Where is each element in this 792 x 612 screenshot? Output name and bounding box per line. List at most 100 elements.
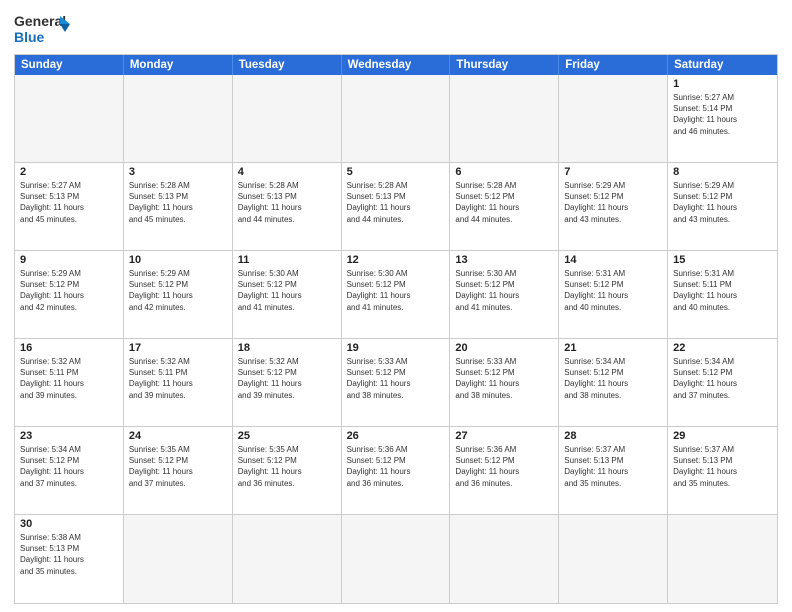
day-number: 23 [20, 430, 118, 442]
day-info: Sunrise: 5:35 AM Sunset: 5:12 PM Dayligh… [129, 444, 227, 489]
day-number: 6 [455, 166, 553, 178]
day-info: Sunrise: 5:30 AM Sunset: 5:12 PM Dayligh… [347, 268, 445, 313]
calendar-cell [15, 75, 124, 163]
weekday-header: Sunday [15, 55, 124, 75]
calendar-cell [668, 515, 777, 603]
day-info: Sunrise: 5:29 AM Sunset: 5:12 PM Dayligh… [673, 180, 772, 225]
day-info: Sunrise: 5:29 AM Sunset: 5:12 PM Dayligh… [20, 268, 118, 313]
day-number: 17 [129, 342, 227, 354]
calendar-cell: 5 Sunrise: 5:28 AM Sunset: 5:13 PM Daylig… [342, 163, 451, 251]
day-number: 3 [129, 166, 227, 178]
calendar-cell: 6 Sunrise: 5:28 AM Sunset: 5:12 PM Daylig… [450, 163, 559, 251]
calendar-cell [233, 515, 342, 603]
day-info: Sunrise: 5:27 AM Sunset: 5:14 PM Dayligh… [673, 92, 772, 137]
calendar-cell: 16Sunrise: 5:32 AM Sunset: 5:11 PM Dayli… [15, 339, 124, 427]
day-number: 19 [347, 342, 445, 354]
calendar-cell [342, 75, 451, 163]
calendar-cell: 23 Sunrise: 5:34 AM Sunset: 5:12 PM Dayli… [15, 427, 124, 515]
calendar-cell: 3 Sunrise: 5:28 AM Sunset: 5:13 PM Daylig… [124, 163, 233, 251]
day-info: Sunrise: 5:29 AM Sunset: 5:12 PM Dayligh… [564, 180, 662, 225]
calendar-cell [124, 515, 233, 603]
header: GeneralBlue [14, 10, 778, 48]
calendar: SundayMondayTuesdayWednesdayThursdayFrid… [14, 54, 778, 604]
calendar-cell: 29 Sunrise: 5:37 AM Sunset: 5:13 PM Dayli… [668, 427, 777, 515]
calendar-cell [559, 75, 668, 163]
day-number: 1 [673, 78, 772, 90]
calendar-cell [233, 75, 342, 163]
day-info: Sunrise: 5:36 AM Sunset: 5:12 PM Dayligh… [347, 444, 445, 489]
day-info: Sunrise: 5:37 AM Sunset: 5:13 PM Dayligh… [564, 444, 662, 489]
calendar-cell [124, 75, 233, 163]
day-number: 10 [129, 254, 227, 266]
day-number: 24 [129, 430, 227, 442]
calendar-cell: 15 Sunrise: 5:31 AM Sunset: 5:11 PM Dayli… [668, 251, 777, 339]
calendar-body: 1 Sunrise: 5:27 AM Sunset: 5:14 PM Daylig… [15, 75, 777, 603]
calendar-cell: 12 Sunrise: 5:30 AM Sunset: 5:12 PM Dayli… [342, 251, 451, 339]
day-number: 20 [455, 342, 553, 354]
calendar-header: SundayMondayTuesdayWednesdayThursdayFrid… [15, 55, 777, 75]
calendar-cell: 24 Sunrise: 5:35 AM Sunset: 5:12 PM Dayli… [124, 427, 233, 515]
day-info: Sunrise: 5:28 AM Sunset: 5:13 PM Dayligh… [238, 180, 336, 225]
day-number: 8 [673, 166, 772, 178]
day-number: 13 [455, 254, 553, 266]
calendar-cell: 21Sunrise: 5:34 AM Sunset: 5:12 PM Dayli… [559, 339, 668, 427]
calendar-cell [450, 75, 559, 163]
day-number: 12 [347, 254, 445, 266]
calendar-cell: 30Sunrise: 5:38 AM Sunset: 5:13 PM Dayli… [15, 515, 124, 603]
day-info: Sunrise: 5:33 AM Sunset: 5:12 PM Dayligh… [347, 356, 445, 401]
day-info: Sunrise: 5:32 AM Sunset: 5:12 PM Dayligh… [238, 356, 336, 401]
calendar-cell: 25Sunrise: 5:35 AM Sunset: 5:12 PM Dayli… [233, 427, 342, 515]
day-info: Sunrise: 5:28 AM Sunset: 5:12 PM Dayligh… [455, 180, 553, 225]
day-info: Sunrise: 5:28 AM Sunset: 5:13 PM Dayligh… [347, 180, 445, 225]
day-number: 16 [20, 342, 118, 354]
day-info: Sunrise: 5:27 AM Sunset: 5:13 PM Dayligh… [20, 180, 118, 225]
day-info: Sunrise: 5:36 AM Sunset: 5:12 PM Dayligh… [455, 444, 553, 489]
calendar-cell: 18Sunrise: 5:32 AM Sunset: 5:12 PM Dayli… [233, 339, 342, 427]
weekday-header: Friday [559, 55, 668, 75]
calendar-cell: 11 Sunrise: 5:30 AM Sunset: 5:12 PM Dayli… [233, 251, 342, 339]
day-info: Sunrise: 5:28 AM Sunset: 5:13 PM Dayligh… [129, 180, 227, 225]
weekday-header: Wednesday [342, 55, 451, 75]
calendar-cell: 20 Sunrise: 5:33 AM Sunset: 5:12 PM Dayli… [450, 339, 559, 427]
calendar-cell: 2 Sunrise: 5:27 AM Sunset: 5:13 PM Daylig… [15, 163, 124, 251]
calendar-cell: 13 Sunrise: 5:30 AM Sunset: 5:12 PM Dayli… [450, 251, 559, 339]
day-number: 29 [673, 430, 772, 442]
day-number: 2 [20, 166, 118, 178]
day-number: 7 [564, 166, 662, 178]
calendar-cell: 4Sunrise: 5:28 AM Sunset: 5:13 PM Daylig… [233, 163, 342, 251]
day-info: Sunrise: 5:30 AM Sunset: 5:12 PM Dayligh… [455, 268, 553, 313]
day-info: Sunrise: 5:34 AM Sunset: 5:12 PM Dayligh… [564, 356, 662, 401]
svg-text:Blue: Blue [14, 29, 45, 45]
day-info: Sunrise: 5:31 AM Sunset: 5:11 PM Dayligh… [673, 268, 772, 313]
calendar-cell: 22Sunrise: 5:34 AM Sunset: 5:12 PM Dayli… [668, 339, 777, 427]
calendar-cell: 28 Sunrise: 5:37 AM Sunset: 5:13 PM Dayli… [559, 427, 668, 515]
day-info: Sunrise: 5:30 AM Sunset: 5:12 PM Dayligh… [238, 268, 336, 313]
day-number: 15 [673, 254, 772, 266]
day-number: 11 [238, 254, 336, 266]
calendar-cell: 27 Sunrise: 5:36 AM Sunset: 5:12 PM Dayli… [450, 427, 559, 515]
day-info: Sunrise: 5:32 AM Sunset: 5:11 PM Dayligh… [129, 356, 227, 401]
weekday-header: Tuesday [233, 55, 342, 75]
calendar-cell: 17 Sunrise: 5:32 AM Sunset: 5:11 PM Dayli… [124, 339, 233, 427]
day-info: Sunrise: 5:29 AM Sunset: 5:12 PM Dayligh… [129, 268, 227, 313]
generalblue-logo-icon: GeneralBlue [14, 10, 74, 48]
weekday-header: Monday [124, 55, 233, 75]
day-number: 28 [564, 430, 662, 442]
calendar-cell: 8 Sunrise: 5:29 AM Sunset: 5:12 PM Daylig… [668, 163, 777, 251]
calendar-cell: 26 Sunrise: 5:36 AM Sunset: 5:12 PM Dayli… [342, 427, 451, 515]
day-number: 5 [347, 166, 445, 178]
weekday-header: Thursday [450, 55, 559, 75]
calendar-cell [450, 515, 559, 603]
calendar-cell [342, 515, 451, 603]
calendar-cell: 7 Sunrise: 5:29 AM Sunset: 5:12 PM Daylig… [559, 163, 668, 251]
weekday-header: Saturday [668, 55, 777, 75]
calendar-cell: 1 Sunrise: 5:27 AM Sunset: 5:14 PM Daylig… [668, 75, 777, 163]
day-number: 27 [455, 430, 553, 442]
calendar-cell [559, 515, 668, 603]
day-number: 9 [20, 254, 118, 266]
day-info: Sunrise: 5:34 AM Sunset: 5:12 PM Dayligh… [673, 356, 772, 401]
day-info: Sunrise: 5:33 AM Sunset: 5:12 PM Dayligh… [455, 356, 553, 401]
day-number: 26 [347, 430, 445, 442]
day-info: Sunrise: 5:34 AM Sunset: 5:12 PM Dayligh… [20, 444, 118, 489]
day-info: Sunrise: 5:37 AM Sunset: 5:13 PM Dayligh… [673, 444, 772, 489]
